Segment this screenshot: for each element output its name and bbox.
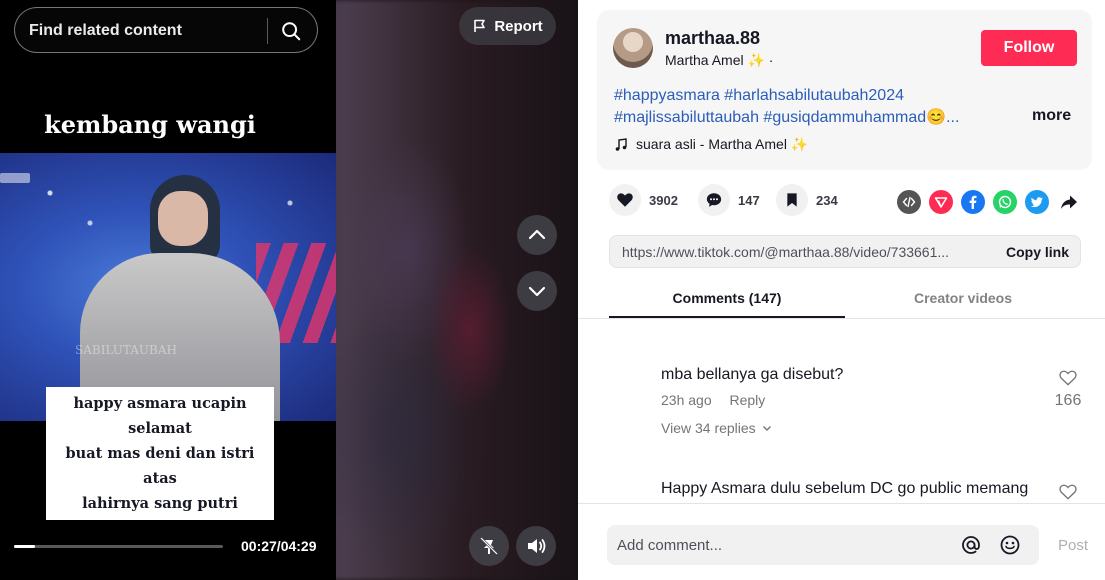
music-note-icon — [615, 137, 627, 151]
caption-line: lahirnya sang putri — [82, 495, 238, 512]
comment-like[interactable]: 166 — [1054, 368, 1082, 410]
search-divider — [267, 18, 268, 44]
video-description: #happyasmara #harlahsabilutaubah2024 #ma… — [614, 85, 1004, 129]
comment-button[interactable] — [698, 184, 730, 216]
whatsapp-icon[interactable] — [993, 190, 1017, 214]
comment-count: 147 — [738, 192, 760, 208]
comment-input-box — [607, 525, 1039, 565]
next-video-button[interactable] — [517, 271, 557, 311]
emoji-icon[interactable] — [999, 534, 1021, 556]
details-panel: marthaa.88 Martha Amel ✨ · Follow #happy… — [578, 0, 1105, 580]
comment-bubble-icon — [706, 193, 722, 207]
floating-player-button[interactable] — [469, 526, 509, 566]
like-action[interactable]: 3902 — [609, 184, 678, 216]
commenter-avatar[interactable] — [612, 360, 652, 400]
author-nickname[interactable]: Martha Amel ✨ · — [665, 52, 773, 69]
music-link[interactable]: suara asli - Martha Amel ✨ — [614, 136, 808, 153]
more-button[interactable]: more — [1032, 107, 1071, 125]
music-title: suara asli - Martha Amel ✨ — [636, 136, 809, 152]
comment-text: mba bellanya ga disebut? — [661, 366, 844, 383]
chevron-up-icon — [528, 229, 546, 240]
chevron-down-icon — [762, 426, 771, 431]
embed-icon[interactable] — [897, 190, 921, 214]
share-arrow-icon[interactable] — [1057, 190, 1081, 214]
follow-button[interactable]: Follow — [981, 30, 1077, 66]
tab-divider — [578, 318, 1105, 319]
like-count: 3902 — [649, 192, 678, 208]
video-frame[interactable]: kembang wangi SABILUTAUBAH happy asmara … — [0, 0, 336, 580]
comment-like-count: 166 — [1054, 392, 1082, 409]
comment-input[interactable] — [617, 535, 947, 555]
reply-button[interactable]: Reply — [730, 392, 766, 408]
save-button[interactable] — [776, 184, 808, 216]
hashtags-line-2[interactable]: #majlissabiluttaubah #gusiqdammuhammad😊.… — [614, 107, 1004, 129]
comment-footer: Post — [578, 503, 1105, 580]
copy-link-button[interactable]: Copy link — [1006, 244, 1069, 260]
twitter-icon[interactable] — [1025, 190, 1049, 214]
previous-video-button[interactable] — [517, 215, 557, 255]
video-watermark: SABILUTAUBAH — [75, 343, 177, 357]
video-overlay-title: kembang wangi — [44, 110, 256, 139]
progress-fill — [14, 545, 35, 548]
heart-outline-icon[interactable] — [1058, 368, 1078, 388]
video-caption: happy asmara ucapin selamat buat mas den… — [46, 387, 274, 520]
tab-comments[interactable]: Comments (147) — [609, 290, 845, 306]
singer-face — [158, 191, 208, 246]
author-avatar[interactable] — [613, 28, 653, 68]
save-action[interactable]: 234 — [776, 184, 838, 216]
channel-logo — [0, 173, 30, 183]
save-count: 234 — [816, 192, 838, 208]
chevron-down-icon — [528, 286, 546, 297]
send-icon[interactable] — [929, 190, 953, 214]
caption-line: happy asmara ucapin selamat — [73, 395, 247, 437]
hashtags-line-1[interactable]: #happyasmara #harlahsabilutaubah2024 — [614, 85, 1004, 107]
video-player[interactable]: kembang wangi SABILUTAUBAH happy asmara … — [0, 0, 578, 580]
video-url[interactable]: https://www.tiktok.com/@marthaa.88/video… — [622, 244, 982, 260]
comment-action[interactable]: 147 — [698, 184, 760, 216]
pin-off-icon — [480, 537, 498, 555]
comment-time: 23h ago — [661, 392, 712, 408]
search-bar — [14, 7, 318, 53]
share-link-box: https://www.tiktok.com/@marthaa.88/video… — [609, 235, 1081, 268]
view-replies-button[interactable]: View 34 replies — [661, 420, 772, 436]
post-button[interactable]: Post — [1058, 537, 1088, 554]
report-button[interactable]: Report — [459, 7, 556, 45]
stage-scene: SABILUTAUBAH — [0, 153, 336, 421]
bookmark-icon — [787, 193, 797, 207]
view-replies-label: View 34 replies — [661, 420, 756, 436]
heart-icon — [617, 193, 633, 207]
comment-meta: 23h ago Reply — [661, 392, 779, 408]
video-info-card: marthaa.88 Martha Amel ✨ · Follow #happy… — [597, 10, 1092, 170]
heart-outline-icon[interactable] — [1058, 482, 1078, 502]
tab-creator-videos[interactable]: Creator videos — [845, 290, 1081, 306]
caption-line: buat mas deni dan istri atas — [65, 445, 255, 487]
volume-button[interactable] — [516, 526, 556, 566]
search-icon[interactable] — [280, 20, 302, 42]
comment-text: Happy Asmara dulu sebelum DC go public m… — [661, 480, 1029, 497]
report-label: Report — [494, 17, 543, 35]
mention-icon[interactable] — [960, 534, 982, 556]
playback-time: 00:27/04:29 — [241, 538, 317, 554]
facebook-icon[interactable] — [961, 190, 985, 214]
author-username[interactable]: marthaa.88 — [665, 28, 760, 49]
volume-icon — [528, 539, 546, 553]
flag-icon — [474, 19, 486, 32]
progress-bar[interactable] — [14, 545, 223, 548]
search-input[interactable] — [29, 20, 264, 42]
like-button[interactable] — [609, 184, 641, 216]
